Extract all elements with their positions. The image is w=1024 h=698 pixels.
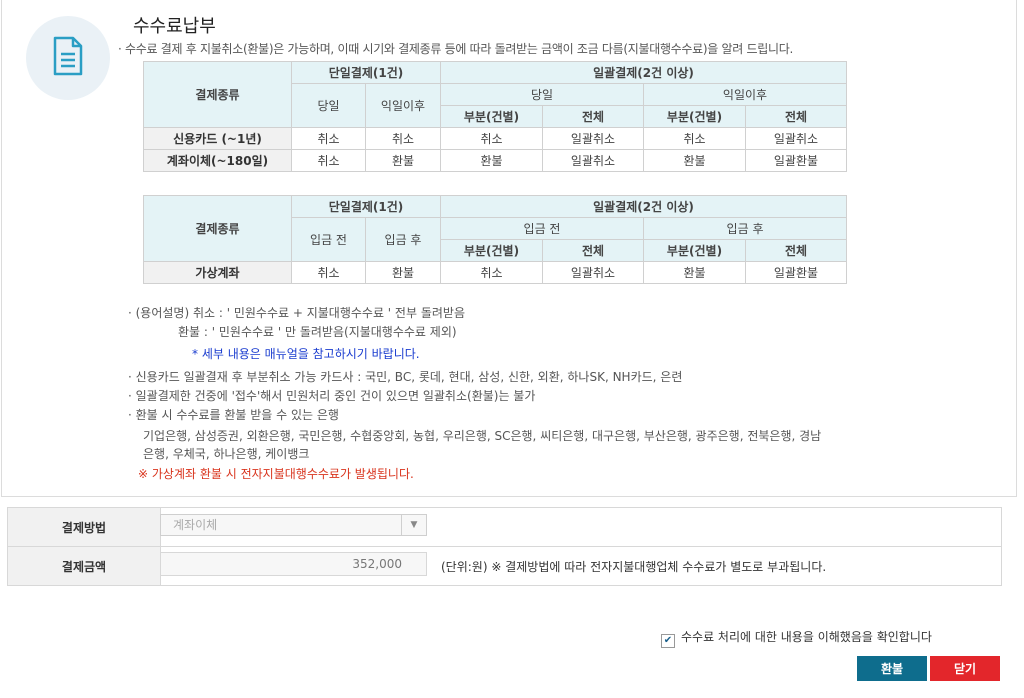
unit-note: (단위:원) ※ 결제방법에 따라 전자지불대행업체 수수료가 별도로 부과됩니… bbox=[441, 560, 827, 574]
cell: 일괄취소 bbox=[542, 127, 644, 150]
note-banks-list-cont: 은행, 우체국, 하나은행, 케이뱅크 bbox=[143, 447, 310, 461]
all-header: 전체 bbox=[744, 239, 848, 262]
all-header: 전체 bbox=[744, 105, 848, 128]
payment-method-value: 계좌이체 bbox=[173, 518, 218, 532]
cell: 취소 bbox=[365, 127, 441, 150]
cell: 취소 bbox=[440, 127, 543, 150]
cell: 환불 bbox=[365, 261, 441, 284]
cell: 일괄취소 bbox=[542, 261, 644, 284]
cell: 환불 bbox=[643, 149, 746, 172]
cell: 취소 bbox=[643, 127, 746, 150]
note-banks-title: · 환불 시 수수료를 환불 받을 수 있는 은행 bbox=[128, 408, 339, 422]
note-warning: ※ 가상계좌 환불 시 전자지불대행수수료가 발생됩니다. bbox=[138, 467, 414, 481]
amount-field: 352,000 bbox=[160, 552, 427, 576]
partial-header: 부분(건별) bbox=[440, 105, 543, 128]
cell: 환불 bbox=[365, 149, 441, 172]
document-icon-circle bbox=[26, 16, 110, 100]
single-header: 단일결제(1건) bbox=[291, 195, 441, 218]
fee-table-card-transfer: 결제종류 단일결제(1건) 일괄결제(2건 이상) 당일 익일이후 당일 익일이… bbox=[143, 61, 848, 172]
cell: 일괄환불 bbox=[744, 261, 848, 284]
note-term-refund: 환불 : ' 민원수수료 ' 만 돌려받음(지불대행수수료 제외) bbox=[178, 325, 457, 339]
bulk-after-header: 입금 후 bbox=[642, 217, 848, 240]
cell: 환불 bbox=[440, 149, 543, 172]
after-header: 입금 후 bbox=[365, 217, 441, 262]
intro-text: · 수수료 결제 후 지불취소(환불)은 가능하며, 이때 시기와 결제종류 등… bbox=[118, 42, 794, 56]
page-title: 수수료납부 bbox=[133, 16, 216, 37]
note-cards: · 신용카드 일괄결재 후 부분취소 가능 카드사 : 국민, BC, 롯데, … bbox=[128, 370, 683, 384]
partial-header: 부분(건별) bbox=[643, 239, 746, 262]
cell: 취소 bbox=[291, 149, 366, 172]
row-label: 가상계좌 bbox=[143, 261, 292, 284]
table-row: 신용카드 (~1년) 취소 취소 취소 일괄취소 취소 일괄취소 bbox=[143, 127, 848, 150]
close-button[interactable]: 닫기 bbox=[930, 656, 1000, 681]
agree-label: 수수료 처리에 대한 내용을 이해했음을 확인합니다 bbox=[681, 630, 932, 644]
cell: 일괄취소 bbox=[542, 149, 644, 172]
document-icon bbox=[53, 36, 83, 76]
agree-checkbox-row[interactable]: ✔ 수수료 처리에 대한 내용을 이해했음을 확인합니다 bbox=[661, 628, 932, 648]
bulk-header: 일괄결제(2건 이상) bbox=[439, 195, 848, 218]
note-term-cancel: · (용어설명) 취소 : ' 민원수수료 + 지불대행수수료 ' 전부 돌려받… bbox=[128, 306, 465, 320]
all-header: 전체 bbox=[542, 239, 644, 262]
partial-header: 부분(건별) bbox=[440, 239, 543, 262]
method-label: 결제방법 bbox=[7, 507, 161, 547]
chevron-down-icon[interactable]: ▼ bbox=[401, 515, 426, 535]
nextday-header: 익일이후 bbox=[365, 83, 441, 128]
single-header: 단일결제(1건) bbox=[291, 61, 441, 84]
table-row: 가상계좌 취소 환불 취소 일괄취소 환불 일괄환불 bbox=[143, 261, 848, 284]
cell: 취소 bbox=[440, 261, 543, 284]
sameday-header: 당일 bbox=[291, 83, 366, 128]
note-manual: * 세부 내용은 매뉴얼을 참고하시기 바랍니다. bbox=[192, 347, 420, 361]
note-bulk: · 일괄결제한 건중에 '접수'해서 민원처리 중인 건이 있으면 일괄취소(환… bbox=[128, 389, 536, 403]
cell: 환불 bbox=[643, 261, 746, 284]
cell: 일괄환불 bbox=[744, 149, 848, 172]
table-row: 계좌이체(~180일) 취소 환불 환불 일괄취소 환불 일괄환불 bbox=[143, 149, 848, 172]
row-label: 계좌이체(~180일) bbox=[143, 149, 292, 172]
row-label: 신용카드 (~1년) bbox=[143, 127, 292, 150]
before-header: 입금 전 bbox=[291, 217, 366, 262]
bulk-before-header: 입금 전 bbox=[440, 217, 644, 240]
col-type-header: 결제종류 bbox=[143, 195, 292, 262]
note-banks-list: 기업은행, 삼성증권, 외환은행, 국민은행, 수협중앙회, 농협, 우리은행,… bbox=[143, 429, 822, 443]
cell: 취소 bbox=[291, 127, 366, 150]
cell: 일괄취소 bbox=[744, 127, 848, 150]
fee-table-virtual-account: 결제종류 단일결제(1건) 일괄결제(2건 이상) 입금 전 입금 후 입금 전… bbox=[143, 195, 848, 284]
bulk-nextday-header: 익일이후 bbox=[642, 83, 848, 106]
bulk-header: 일괄결제(2건 이상) bbox=[439, 61, 848, 84]
col-type-header: 결제종류 bbox=[143, 61, 292, 128]
refund-button[interactable]: 환불 bbox=[857, 656, 927, 681]
partial-header: 부분(건별) bbox=[643, 105, 746, 128]
payment-method-select[interactable]: 계좌이체 ▼ bbox=[160, 514, 427, 536]
amount-label: 결제금액 bbox=[7, 546, 161, 586]
cell: 취소 bbox=[291, 261, 366, 284]
checkbox-checked-icon[interactable]: ✔ bbox=[661, 634, 675, 648]
all-header: 전체 bbox=[542, 105, 644, 128]
bulk-sameday-header: 당일 bbox=[440, 83, 644, 106]
